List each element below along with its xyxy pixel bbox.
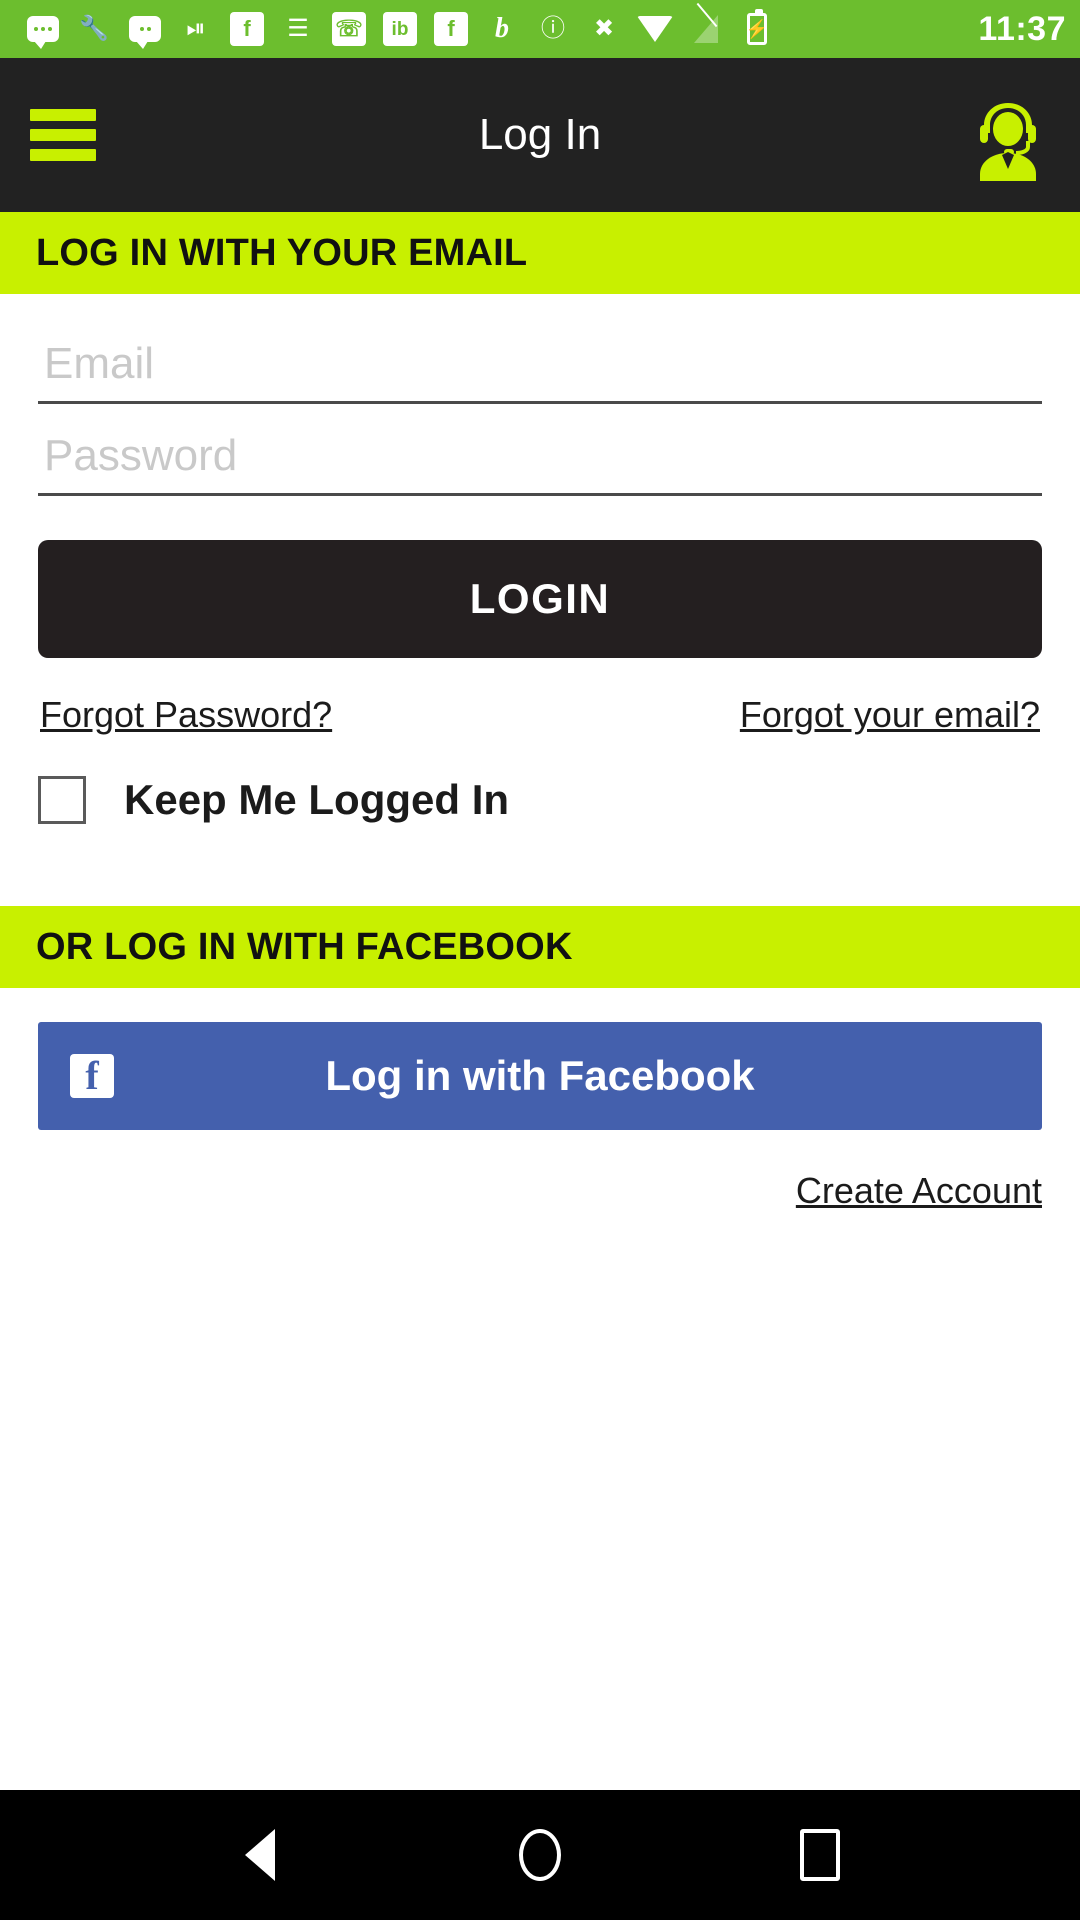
chat-bubble-icon (128, 12, 162, 49)
create-account-row: Create Account (0, 1130, 1080, 1212)
email-field-wrapper (38, 332, 1042, 410)
recents-button[interactable] (775, 1810, 865, 1900)
keep-logged-in-row[interactable]: Keep Me Logged In (38, 776, 1042, 824)
facebook-section-banner: OR LOG IN WITH FACEBOOK (0, 906, 1080, 988)
battery-charging-icon: ⚡ (740, 9, 774, 46)
status-bar-clock: 11:37 (978, 9, 1066, 48)
signal-icon (689, 12, 723, 46)
zillow-icon: ⏯ (186, 15, 206, 42)
forgot-password-link[interactable]: Forgot Password? (40, 694, 332, 736)
login-form: LOGIN Forgot Password? Forgot your email… (0, 294, 1080, 824)
forgot-links-row: Forgot Password? Forgot your email? (38, 694, 1042, 736)
stacked-lines-icon: ☰ (287, 15, 309, 42)
ib-app-icon: ib (383, 12, 417, 46)
bold-b-icon: b (495, 13, 509, 44)
info-icon: ⓘ (541, 15, 565, 42)
back-button[interactable] (215, 1810, 305, 1900)
email-section-banner-text: LOG IN WITH YOUR EMAIL (36, 231, 528, 274)
facebook-login-button[interactable]: f Log in with Facebook (38, 1022, 1042, 1130)
facebook-login-button-label: Log in with Facebook (325, 1052, 755, 1099)
facebook-login-area: f Log in with Facebook (0, 988, 1080, 1130)
password-field-wrapper (38, 424, 1042, 502)
status-bar-icons: 🔧 ⏯ f ☰ ☏ ib f b ⓘ ✖ ⚡ (26, 9, 964, 49)
forgot-email-link[interactable]: Forgot your email? (740, 694, 1040, 736)
messages-icon (26, 12, 60, 49)
wrench-icon: 🔧 (79, 15, 109, 42)
satellite-icon: ✖ (593, 15, 615, 42)
email-section-banner: LOG IN WITH YOUR EMAIL (0, 212, 1080, 294)
hamburger-menu-icon[interactable] (30, 109, 96, 161)
keep-logged-in-checkbox[interactable] (38, 776, 86, 824)
page-title: Log In (478, 110, 602, 159)
home-button[interactable] (495, 1810, 585, 1900)
login-screen: 🔧 ⏯ f ☰ ☏ ib f b ⓘ ✖ ⚡ 11:37 Log In LOG … (0, 0, 1080, 1920)
keep-logged-in-label: Keep Me Logged In (124, 776, 510, 823)
support-agent-icon[interactable] (966, 89, 1050, 181)
facebook-icon: f (230, 12, 264, 46)
phone-icon: ☏ (332, 12, 366, 46)
facebook-icon-2: f (434, 12, 468, 46)
android-nav-bar (0, 1790, 1080, 1920)
password-input[interactable] (38, 424, 1042, 496)
wifi-icon (637, 12, 673, 46)
login-button[interactable]: LOGIN (38, 540, 1042, 658)
app-bar: Log In (0, 58, 1080, 212)
status-bar: 🔧 ⏯ f ☰ ☏ ib f b ⓘ ✖ ⚡ 11:37 (0, 0, 1080, 58)
facebook-section-banner-text: OR LOG IN WITH FACEBOOK (36, 925, 573, 968)
email-input[interactable] (38, 332, 1042, 404)
create-account-link[interactable]: Create Account (796, 1170, 1042, 1212)
facebook-f-icon: f (70, 1054, 114, 1098)
content-spacer (0, 1212, 1080, 1790)
